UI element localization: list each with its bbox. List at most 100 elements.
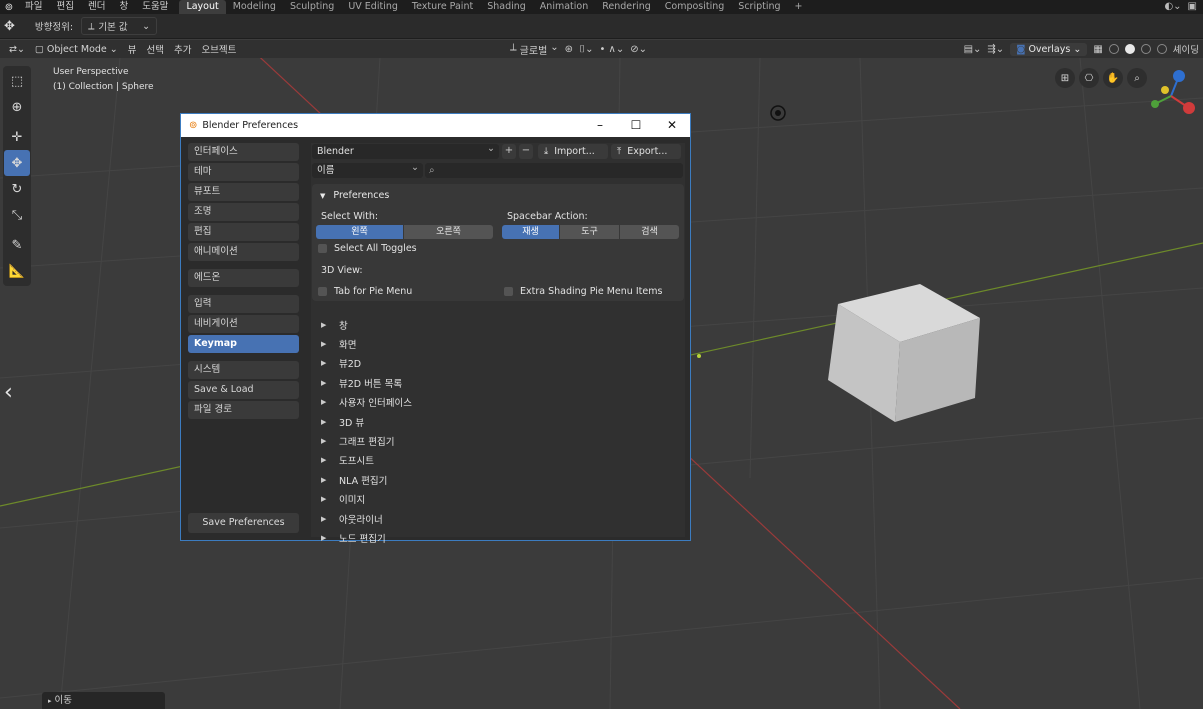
menu-view[interactable]: 뷰	[123, 42, 142, 56]
keymap-search-input[interactable]: ⌕	[425, 163, 683, 178]
select-box-icon[interactable]: ⬚	[4, 68, 30, 94]
last-operation-panel[interactable]: ▸ 이동	[42, 692, 165, 709]
grid-view-icon[interactable]: ⊞	[1055, 68, 1075, 88]
sidebar-item-save-load[interactable]: Save & Load	[188, 381, 299, 399]
spacebar-play[interactable]: 재생	[502, 225, 559, 239]
mode-dropdown[interactable]: ▢ Object Mode ⌄	[30, 44, 123, 55]
tab-animation[interactable]: Animation	[533, 0, 595, 14]
save-preferences-button[interactable]: Save Preferences	[188, 513, 299, 533]
blender-logo-icon[interactable]: ⊚	[0, 2, 18, 13]
pivot-icon[interactable]: ⊛	[565, 44, 573, 55]
preferences-titlebar[interactable]: ⊚ Blender Preferences – ☐ ✕	[181, 114, 690, 137]
cube-mesh[interactable]	[828, 284, 980, 422]
menu-add[interactable]: 추가	[169, 42, 196, 56]
menu-window[interactable]: 창	[112, 0, 135, 14]
camera-icon[interactable]: ⎔	[1079, 68, 1099, 88]
tab-shading[interactable]: Shading	[480, 0, 533, 14]
measure-icon[interactable]: 📐	[4, 258, 30, 284]
add-workspace-icon[interactable]: +	[788, 0, 810, 14]
tab-layout[interactable]: Layout	[179, 0, 226, 14]
keymap-preset-dropdown[interactable]: Blender	[312, 141, 499, 159]
menu-help[interactable]: 도움말	[135, 0, 175, 14]
sidebar-item-file-paths[interactable]: 파일 경로	[188, 401, 299, 419]
menu-edit[interactable]: 편집	[49, 0, 80, 14]
add-preset-icon[interactable]: +	[502, 144, 516, 159]
extra-shading-checkbox[interactable]: Extra Shading Pie Menu Items	[504, 286, 662, 297]
annotate-icon[interactable]: ✎	[4, 232, 30, 258]
menu-object[interactable]: 오브젝트	[196, 42, 241, 56]
list-item[interactable]: ▶ 화면	[321, 334, 412, 353]
transform-icon[interactable]: ✥	[4, 150, 30, 176]
list-item[interactable]: ▶ 도프시트	[321, 451, 412, 470]
sidebar-item-viewport[interactable]: 뷰포트	[188, 183, 299, 201]
menu-select[interactable]: 선택	[141, 42, 168, 56]
tab-compositing[interactable]: Compositing	[658, 0, 732, 14]
search-mode-dropdown[interactable]: 이름	[312, 160, 423, 178]
tab-uv-editing[interactable]: UV Editing	[341, 0, 405, 14]
tab-modeling[interactable]: Modeling	[226, 0, 283, 14]
menu-render[interactable]: 렌더	[81, 0, 112, 14]
close-icon[interactable]: ✕	[654, 114, 690, 137]
list-item[interactable]: ▶ 그래프 편집기	[321, 431, 412, 450]
transform-orientation-dropdown[interactable]: ⟂ 글로벌 ⌄	[510, 42, 559, 57]
list-item[interactable]: ▶ 노드 편집기	[321, 528, 412, 547]
remove-preset-icon[interactable]: −	[519, 144, 533, 159]
list-item[interactable]: ▶ 이미지	[321, 490, 412, 509]
rendered-shading-icon[interactable]	[1156, 44, 1167, 54]
tab-texture-paint[interactable]: Texture Paint	[405, 0, 480, 14]
material-shading-icon[interactable]	[1140, 44, 1151, 54]
list-item[interactable]: ▶ NLA 편집기	[321, 470, 412, 489]
sidebar-item-keymap[interactable]: Keymap	[188, 335, 299, 353]
solid-shading-icon[interactable]	[1124, 44, 1135, 54]
maximize-icon[interactable]: ☐	[618, 114, 654, 137]
list-item[interactable]: ▶ 사용자 인터페이스	[321, 393, 412, 412]
move-icon[interactable]: ✛	[4, 124, 30, 150]
light-object[interactable]	[770, 105, 786, 121]
sidebar-item-lights[interactable]: 조명	[188, 203, 299, 221]
tab-scripting[interactable]: Scripting	[731, 0, 787, 14]
proportional-icon[interactable]: • ∧⌄	[599, 44, 624, 55]
sidebar-item-animation[interactable]: 애니메이션	[188, 243, 299, 261]
sidebar-item-interface[interactable]: 인터페이스	[188, 143, 299, 161]
select-all-toggles-checkbox[interactable]: Select All Toggles	[318, 243, 417, 254]
spacebar-tools[interactable]: 도구	[560, 225, 619, 239]
hand-pan-icon[interactable]: ✋	[1103, 68, 1123, 88]
tab-sculpting[interactable]: Sculpting	[283, 0, 341, 14]
sidebar-item-addons[interactable]: 에드온	[188, 269, 299, 287]
orientation-dropdown[interactable]: ⟂ 기본 값 ⌄	[81, 17, 158, 35]
proportional-falloff-icon[interactable]: ⊘⌄	[630, 44, 647, 55]
scene-icon[interactable]: ◐⌄	[1164, 0, 1181, 14]
preferences-section-header[interactable]: ▼ Preferences	[320, 190, 389, 201]
sidebar-item-navigation[interactable]: 네비게이션	[188, 315, 299, 333]
sidebar-item-editing[interactable]: 편집	[188, 223, 299, 241]
sidebar-item-input[interactable]: 입력	[188, 295, 299, 313]
tab-rendering[interactable]: Rendering	[595, 0, 658, 14]
navigation-gizmo[interactable]	[1141, 66, 1199, 128]
minimize-icon[interactable]: –	[582, 114, 618, 137]
list-item[interactable]: ▶ 3D 뷰	[321, 412, 412, 431]
rotate-icon[interactable]: ↻	[4, 176, 30, 202]
spacebar-search[interactable]: 검색	[620, 225, 679, 239]
import-button[interactable]: ⤓ Import...	[538, 144, 608, 159]
chevron-left-icon[interactable]: ‹	[4, 380, 13, 405]
shading-label[interactable]: 셰이딩	[1173, 42, 1199, 56]
select-with-left[interactable]: 왼쪽	[316, 225, 403, 239]
cursor-icon[interactable]: ⊕	[4, 94, 30, 120]
export-button[interactable]: ⤒ Export...	[611, 144, 681, 159]
list-item[interactable]: ▶ 창	[321, 315, 412, 334]
list-item[interactable]: ▶ 아웃라이너	[321, 509, 412, 528]
tab-pie-menu-checkbox[interactable]: Tab for Pie Menu	[318, 286, 412, 297]
overlays-button[interactable]: ◙ Overlays ⌄	[1010, 42, 1088, 56]
sidebar-item-system[interactable]: 시스템	[188, 361, 299, 379]
list-item[interactable]: ▶ 뷰2D 버튼 목록	[321, 373, 412, 392]
gizmo-icon[interactable]: ⇶⌄	[987, 44, 1004, 55]
list-item[interactable]: ▶ 뷰2D	[321, 354, 412, 373]
select-with-right[interactable]: 오른쪽	[404, 225, 493, 239]
snap-icon[interactable]: ⌷⌄	[579, 44, 593, 55]
view-layer-icon[interactable]: ▣	[1188, 0, 1197, 14]
visibility-icon[interactable]: ▤⌄	[964, 44, 982, 55]
editor-type-icon[interactable]: ⇄⌄	[4, 44, 30, 55]
menu-file[interactable]: 파일	[18, 0, 49, 14]
sidebar-item-themes[interactable]: 테마	[188, 163, 299, 181]
scale-icon[interactable]: ⤡	[4, 202, 30, 228]
